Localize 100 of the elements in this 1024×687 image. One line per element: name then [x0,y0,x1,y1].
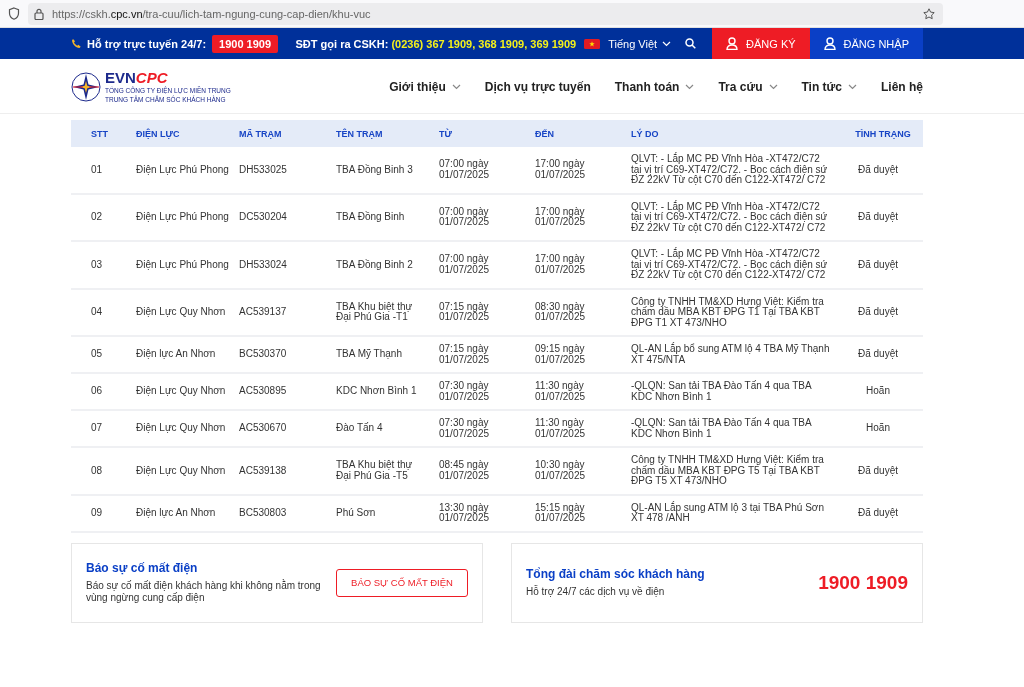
table-cell: 17:00 ngày 01/07/2025 [535,241,631,289]
table-cell: 07:00 ngày 01/07/2025 [439,241,535,289]
table-cell: 11:30 ngày 01/07/2025 [535,410,631,447]
table-cell: TBA Đồng Binh 3 [336,147,439,194]
table-cell: AC539138 [239,447,336,495]
table-cell: KDC Nhơn Bình 1 [336,373,439,410]
column-header: MÃ TRẠM [239,120,336,147]
table-cell: 15:15 ngày 01/07/2025 [535,494,631,532]
cskh-label: SĐT gọi ra CSKH: [295,37,389,50]
table-cell: -QLQN: San tải TBA Đào Tấn 4 qua TBA KDC Nhơn Bình 1 [631,373,843,410]
table-cell: QL-AN Lắp bổ sung ATM lộ 4 TBA Mỹ Thạnh XT 475/NTA [631,336,843,373]
table-cell: Điện Lực Quy Nhơn [136,288,239,336]
table-cell: TBA Đồng Binh 2 [336,241,439,289]
table-cell: Phú Sơn [336,494,439,532]
table-cell: Đã duyệt [843,447,923,495]
cskh-phones: (0236) 367 1909, 368 1909, 369 1909 [391,37,577,50]
column-header: STT [71,120,136,147]
table-cell: 03 [71,241,136,289]
table-cell: 07 [71,410,136,447]
table-cell: QL-AN Lắp sung ATM lộ 3 tại TBA Phú Sơn XT 478 /ANH [631,494,843,532]
card-text: Báo sự cố mất điện khách hàng khi không nằm trong vùng ngừng cung cấp điện [86,580,322,604]
table-cell: 08:30 ngày 01/07/2025 [535,288,631,336]
column-header: LÝ DO [631,120,843,147]
table-cell: 17:00 ngày 01/07/2025 [535,193,631,241]
table-cell: QLVT: - Lắp MC PĐ Vĩnh Hòa -XT472/C72 tại vị trí C69-XT472/C72. - Bọc cách điện sứ ĐZ 22kV Từ cột C70 đến C122-XT472/ C72 [631,147,843,194]
table-cell: 01 [71,147,136,194]
table-cell: DH533025 [239,147,336,194]
nav-item[interactable]: Tin tức [801,79,857,94]
hotline-badge[interactable]: 1900 1909 [212,34,279,53]
report-outage-button[interactable]: BÁO SỰ CỐ MẤT ĐIỆN [336,568,468,597]
column-header: ĐIỆN LỰC [136,120,239,147]
table-cell: Đã duyệt [843,288,923,336]
register-button[interactable]: ĐĂNG KÝ [712,28,810,59]
table-cell: Hoãn [843,410,923,447]
table-cell: -QLQN: San tải TBA Đào Tấn 4 qua TBA KDC Nhơn Bình 1 [631,410,843,447]
table-cell: BC530803 [239,494,336,532]
table-cell: DH533024 [239,241,336,289]
table-cell: TBA Đồng Binh [336,193,439,241]
table-cell: Điện Lực Quy Nhơn [136,410,239,447]
language-selector[interactable]: Tiếng Việt [608,37,658,50]
table-cell: 10:30 ngày 01/07/2025 [535,447,631,495]
table-cell: Đào Tấn 4 [336,410,439,447]
table-cell: 06 [71,373,136,410]
table-cell: 05 [71,336,136,373]
table-cell: Điện Lực Quy Nhơn [136,373,239,410]
table-cell: QLVT: - Lắp MC PĐ Vĩnh Hòa -XT472/C72 tại vị trí C69-XT472/C72. - Bọc cách điện sứ ĐZ 22kV Từ cột C70 đến C122-XT472/ C72 [631,193,843,241]
table-cell: Công ty TNHH TM&XD Hưng Việt: Kiểm tra chấm dầu MBA KBT ĐPG T1 Tại TBA KBT ĐPG T1 XT 473/NHO [631,288,843,336]
table-cell: Điện Lực Phú Phong [136,147,239,194]
login-button[interactable]: ĐĂNG NHẬP [809,28,923,59]
table-cell: Hoãn [843,373,923,410]
table-cell: 07:15 ngày 01/07/2025 [439,336,535,373]
table-cell: TBA Khu biệt thự Đại Phú Gia -T1 [336,288,439,336]
table-cell: DC530204 [239,193,336,241]
table-cell: 08:45 ngày 01/07/2025 [439,447,535,495]
table-cell: 02 [71,193,136,241]
column-header: TÌNH TRẠNG [843,120,923,147]
card-text: Hỗ trợ 24/7 các dịch vụ về điện [526,586,666,598]
table-cell: Điện Lực Phú Phong [136,193,239,241]
column-header: TÊN TRẠM [336,120,439,147]
table-cell: 07:30 ngày 01/07/2025 [439,373,535,410]
column-header: ĐẾN [535,120,631,147]
table-cell: 07:15 ngày 01/07/2025 [439,288,535,336]
logo-text: EVNCPC [105,69,169,86]
nav-item[interactable]: Dịch vụ trực tuyến [484,79,591,94]
table-cell: Công ty TNHH TM&XD Hưng Việt: Kiểm tra chấm dầu MBA KBT ĐPG T5 Tại TBA KBT ĐPG T5 XT 473/NHO [631,447,843,495]
table-cell: 13:30 ngày 01/07/2025 [439,494,535,532]
table-cell: Điện lực An Nhơn [136,336,239,373]
table-cell: 04 [71,288,136,336]
table-cell: Đã duyệt [843,494,923,532]
table-cell: TBA Khu biệt thự Đại Phú Gia -T5 [336,447,439,495]
nav-item[interactable]: Giới thiệu [389,79,461,94]
nav-item[interactable]: Liên hệ [881,79,923,94]
table-cell: 08 [71,447,136,495]
hotline-number: 1900 1909 [818,571,908,594]
card-title: Báo sự cố mất điện [86,561,199,575]
column-header: TỪ [439,120,535,147]
table-cell: 07:00 ngày 01/07/2025 [439,147,535,194]
table-cell: Điện Lực Quy Nhơn [136,447,239,495]
table-cell: 07:00 ngày 01/07/2025 [439,193,535,241]
table-cell: Đã duyệt [843,241,923,289]
card-title: Tổng đài chăm sóc khách hàng [526,567,706,581]
table-cell: Điện lực An Nhơn [136,494,239,532]
table-cell: Đã duyệt [843,336,923,373]
nav-item[interactable]: Tra cứu [718,79,778,94]
table-cell: 17:00 ngày 01/07/2025 [535,147,631,194]
table-cell: Đã duyệt [843,147,923,194]
table-cell: AC530895 [239,373,336,410]
table-cell: Điện Lực Phú Phong [136,241,239,289]
table-cell: 09 [71,494,136,532]
table-cell: 09:15 ngày 01/07/2025 [535,336,631,373]
table-cell: QLVT: - Lắp MC PĐ Vĩnh Hòa -XT472/C72 tại vị trí C69-XT472/C72. - Bọc cách điện sứ ĐZ 22kV Từ cột C70 đến C122-XT472/ C72 [631,241,843,289]
nav-item[interactable]: Thanh toán [614,79,695,94]
table-cell: 11:30 ngày 01/07/2025 [535,373,631,410]
table-cell: TBA Mỹ Thạnh [336,336,439,373]
table-cell: AC530670 [239,410,336,447]
table-cell: AC539137 [239,288,336,336]
table-cell: BC530370 [239,336,336,373]
table-cell: 07:30 ngày 01/07/2025 [439,410,535,447]
table-cell: Đã duyệt [843,193,923,241]
support-label: Hỗ trợ trực tuyến 24/7: [87,37,207,50]
